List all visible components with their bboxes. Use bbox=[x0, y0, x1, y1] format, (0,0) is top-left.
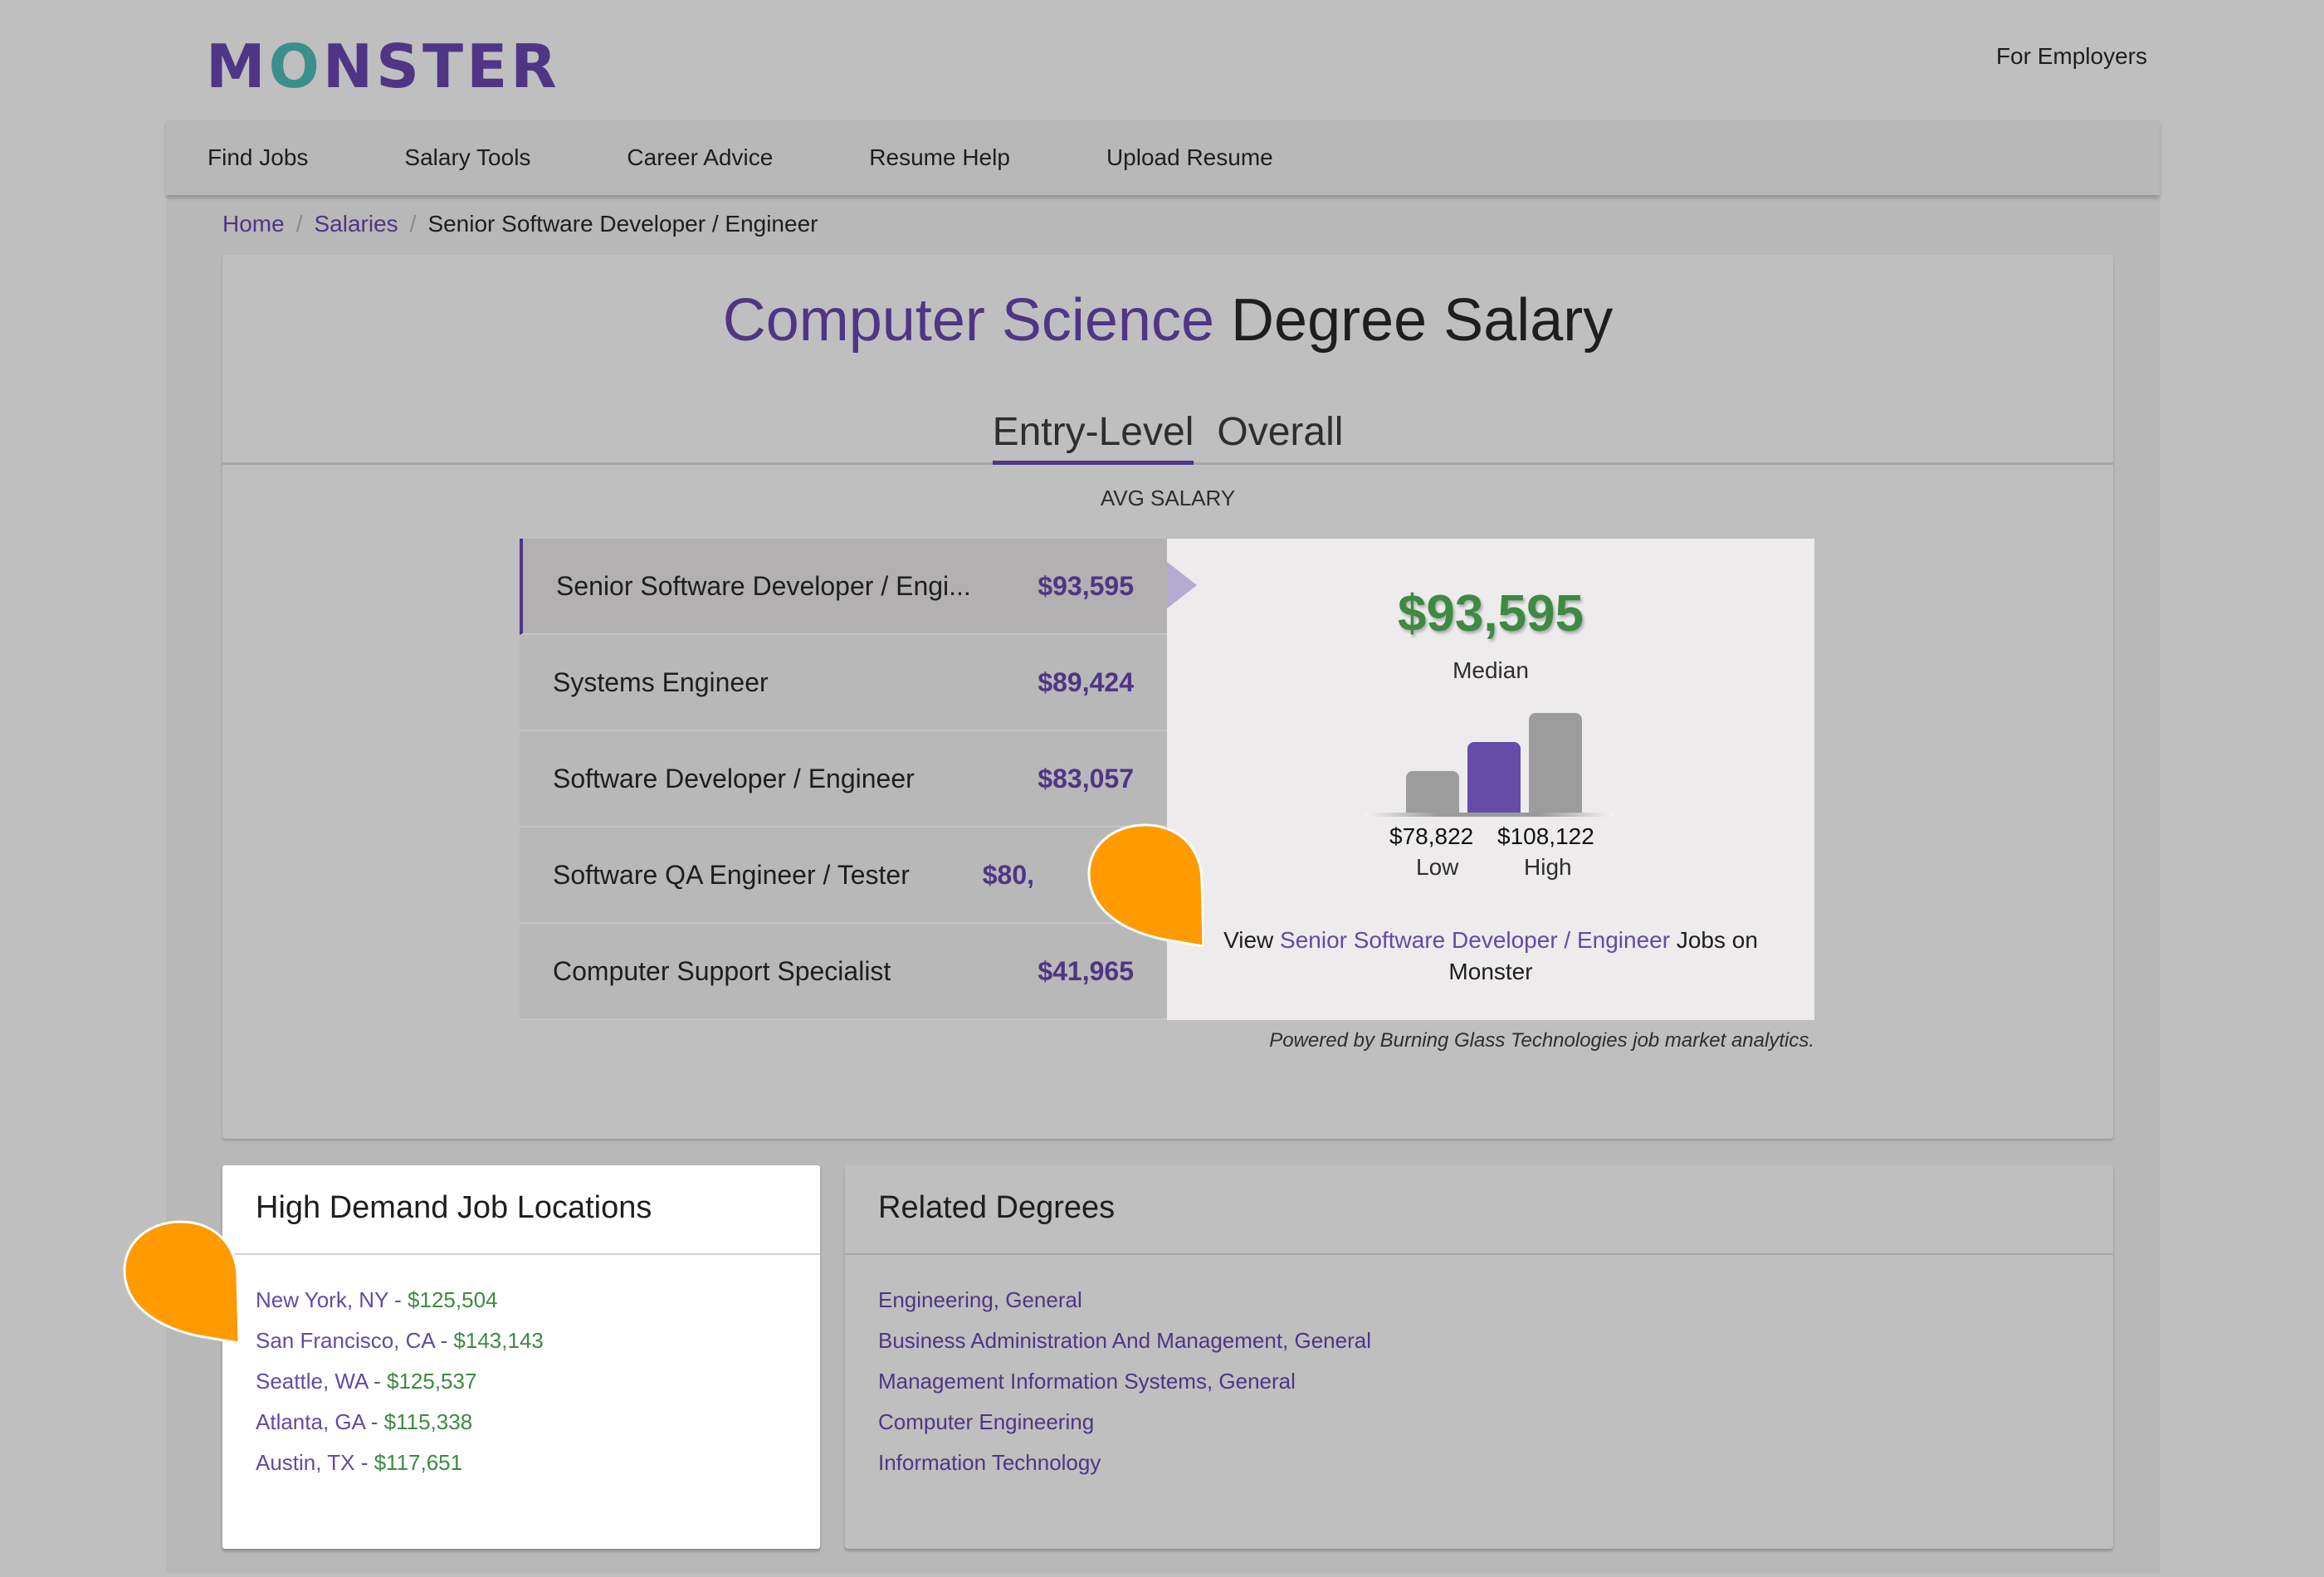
location-separator: - bbox=[354, 1450, 374, 1475]
related-degrees-title: Related Degrees bbox=[845, 1165, 2113, 1255]
salary-card: Computer Science Degree Salary Entry-Lev… bbox=[222, 255, 2113, 1139]
breadcrumb-separator: / bbox=[295, 211, 303, 237]
monster-logo[interactable]: MONSTER bbox=[206, 33, 560, 100]
locations-list: New York, NY - $125,504 San Francisco, CA… bbox=[222, 1255, 820, 1483]
location-city: New York, NY bbox=[256, 1287, 388, 1312]
tabs: Entry-Level Overall bbox=[222, 400, 2113, 465]
job-name: Software QA Engineer / Tester bbox=[553, 859, 910, 890]
location-separator: - bbox=[367, 1369, 387, 1394]
title-rest: Degree Salary bbox=[1231, 287, 1614, 354]
chart-bar-median bbox=[1467, 742, 1521, 813]
nav-career-advice[interactable]: Career Advice bbox=[627, 144, 773, 171]
breadcrumb-salaries[interactable]: Salaries bbox=[314, 211, 398, 237]
job-name: Senior Software Developer / Engi... bbox=[556, 570, 971, 601]
header: MONSTER For Employers bbox=[166, 0, 2160, 120]
location-separator: - bbox=[434, 1328, 454, 1353]
breadcrumb-separator: / bbox=[409, 211, 417, 237]
page: MONSTER For Employers Find Jobs Salary T… bbox=[166, 0, 2160, 1573]
nav-find-jobs[interactable]: Find Jobs bbox=[208, 144, 308, 171]
nav-upload-resume[interactable]: Upload Resume bbox=[1106, 144, 1273, 171]
job-row[interactable]: Systems Engineer $89,424 bbox=[520, 635, 1167, 731]
job-name: Systems Engineer bbox=[553, 666, 769, 697]
title-degree: Computer Science bbox=[722, 287, 1215, 354]
location-item[interactable]: Atlanta, GA - $115,338 bbox=[256, 1402, 787, 1443]
location-salary: $125,504 bbox=[408, 1287, 498, 1312]
chart-bar-low bbox=[1406, 771, 1459, 813]
location-item[interactable]: Seattle, WA - $125,537 bbox=[256, 1361, 787, 1402]
salary-detail-panel: $93,595 Median $78,822 $108,122 Low High… bbox=[1167, 539, 1814, 1020]
high-demand-locations-card: High Demand Job Locations New York, NY -… bbox=[222, 1165, 820, 1549]
nav-salary-tools[interactable]: Salary Tools bbox=[404, 144, 530, 171]
chart-baseline bbox=[1365, 813, 1614, 817]
location-city: San Francisco, CA bbox=[256, 1328, 435, 1353]
job-salary: $89,424 bbox=[1038, 666, 1134, 697]
avg-salary-label: AVG SALARY bbox=[1100, 486, 1236, 510]
nav-resume-help[interactable]: Resume Help bbox=[869, 144, 1010, 171]
related-degree-link[interactable]: Business Administration And Management, … bbox=[878, 1321, 2080, 1361]
location-separator: - bbox=[388, 1287, 408, 1312]
main-nav: Find Jobs Salary Tools Career Advice Res… bbox=[166, 120, 2160, 195]
job-salary: $80, bbox=[982, 859, 1034, 890]
job-salary: $41,965 bbox=[1038, 955, 1134, 986]
tab-entry-level[interactable]: Entry-Level bbox=[992, 408, 1194, 465]
related-degree-link[interactable]: Information Technology bbox=[878, 1443, 2080, 1483]
related-degree-link[interactable]: Computer Engineering bbox=[878, 1402, 2080, 1443]
powered-by-note: Powered by Burning Glass Technologies jo… bbox=[1269, 1029, 1814, 1052]
view-jobs-text: View Senior Software Developer / Enginee… bbox=[1200, 925, 1781, 988]
logo-letters: NSTER bbox=[322, 32, 560, 101]
annotation-marker-icon bbox=[123, 1220, 239, 1345]
location-salary: $125,537 bbox=[386, 1369, 477, 1394]
job-name: Software Developer / Engineer bbox=[553, 763, 915, 793]
locations-title: High Demand Job Locations bbox=[222, 1165, 820, 1255]
location-salary: $143,143 bbox=[453, 1328, 544, 1353]
annotation-marker-icon bbox=[1087, 823, 1204, 948]
breadcrumb-current: Senior Software Developer / Engineer bbox=[427, 211, 818, 237]
location-separator: - bbox=[364, 1409, 384, 1434]
breadcrumb-home[interactable]: Home bbox=[222, 211, 285, 237]
location-city: Atlanta, GA bbox=[256, 1409, 365, 1434]
high-salary: $108,122 bbox=[1497, 823, 1594, 849]
logo-letter-o: O bbox=[268, 32, 323, 101]
tab-overall[interactable]: Overall bbox=[1217, 408, 1343, 462]
logo-letter: M bbox=[206, 32, 269, 101]
location-item[interactable]: New York, NY - $125,504 bbox=[256, 1280, 787, 1321]
related-degrees-card: Related Degrees Engineering, General Busi… bbox=[845, 1165, 2113, 1549]
page-title: Computer Science Degree Salary bbox=[222, 286, 2113, 354]
for-employers-link[interactable]: For Employers bbox=[1996, 43, 2147, 70]
chart-bar-high bbox=[1529, 713, 1582, 813]
location-item[interactable]: Austin, TX - $117,651 bbox=[256, 1443, 787, 1483]
breadcrumb: Home / Salaries / Senior Software Develo… bbox=[222, 211, 818, 237]
job-salary: $93,595 bbox=[1038, 570, 1134, 601]
low-label: Low bbox=[1416, 854, 1459, 880]
job-row[interactable]: Senior Software Developer / Engi... $93,… bbox=[520, 539, 1167, 635]
related-degree-link[interactable]: Engineering, General bbox=[878, 1280, 2080, 1321]
job-salary: $83,057 bbox=[1038, 763, 1134, 793]
job-row[interactable]: Software Developer / Engineer $83,057 bbox=[520, 731, 1167, 828]
low-salary: $78,822 bbox=[1389, 823, 1474, 849]
view-jobs-link[interactable]: Senior Software Developer / Engineer bbox=[1280, 927, 1670, 953]
high-label: High bbox=[1524, 854, 1572, 880]
view-prefix: View bbox=[1223, 927, 1274, 953]
related-degrees-list: Engineering, General Business Administrat… bbox=[845, 1255, 2113, 1483]
location-city: Austin, TX bbox=[256, 1450, 355, 1475]
job-list: Senior Software Developer / Engi... $93,… bbox=[520, 539, 1167, 1020]
job-row[interactable]: Software QA Engineer / Tester $80, bbox=[520, 828, 1167, 924]
related-degree-link[interactable]: Management Information Systems, General bbox=[878, 1361, 2080, 1402]
job-row[interactable]: Computer Support Specialist $41,965 bbox=[520, 924, 1167, 1020]
location-salary: $117,651 bbox=[374, 1450, 463, 1475]
location-city: Seattle, WA bbox=[256, 1369, 368, 1394]
location-salary: $115,338 bbox=[383, 1409, 473, 1434]
location-item[interactable]: San Francisco, CA - $143,143 bbox=[256, 1321, 787, 1361]
job-name: Computer Support Specialist bbox=[553, 955, 891, 986]
